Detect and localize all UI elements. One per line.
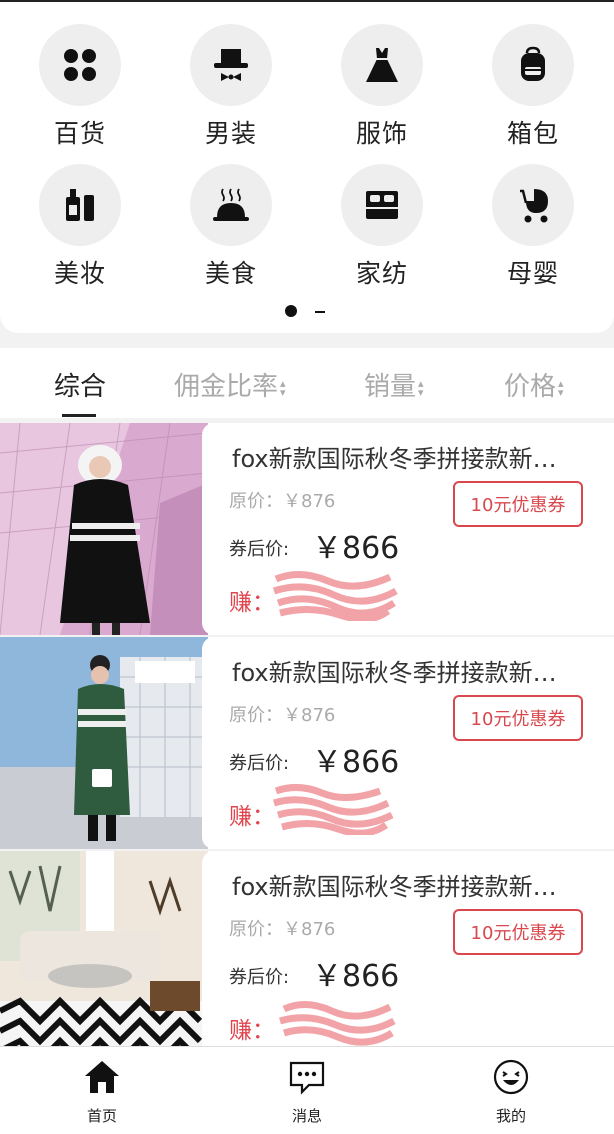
redacted-earnings [272, 784, 394, 835]
top-hat-bowtie-icon [190, 24, 272, 106]
original-price-label: 原价： [229, 705, 283, 726]
category-label: 箱包 [506, 119, 559, 148]
nav-label: 消息 [291, 1107, 322, 1125]
coupon-button[interactable]: 10元优惠券 [453, 481, 583, 527]
earn-label: 赚： [229, 804, 275, 830]
category-meishi[interactable]: 美食 [171, 164, 291, 290]
product-title[interactable]: fox新款国际秋冬季拼接款新… [232, 653, 592, 688]
food-cloche-icon [190, 164, 272, 246]
nav-messages[interactable]: 消息 [257, 1055, 357, 1126]
smiley-icon [461, 1055, 561, 1099]
sort-bar: 综合 佣金比率 ▴ ▾ 销量 ▴ ▾ 价格 ▴ ▾ [0, 348, 614, 418]
after-coupon-label: 券后价: [229, 539, 290, 560]
after-coupon-price: ￥866 [312, 745, 400, 780]
original-price: 原价：￥876 [229, 487, 335, 513]
original-price-value: ￥876 [283, 491, 336, 512]
backpack-icon [492, 24, 574, 106]
category-label: 母婴 [506, 259, 559, 288]
nav-label: 首页 [86, 1107, 117, 1125]
tab-label: 价格 [504, 372, 557, 402]
dress-icon [341, 24, 423, 106]
product-info: fox新款国际秋冬季拼接款新… 原价：￥876 10元优惠券 券后价: ￥866… [202, 637, 614, 849]
after-coupon-label: 券后价: [229, 753, 290, 774]
tab-label: 佣金比率 [174, 372, 279, 402]
nav-label: 我的 [495, 1107, 526, 1125]
after-coupon-price: ￥866 [312, 531, 400, 566]
category-label: 家纺 [355, 259, 408, 288]
product-image[interactable] [0, 851, 208, 1063]
bed-icon [341, 164, 423, 246]
bottom-nav: 首页 消息 我的 [0, 1046, 614, 1134]
category-panel: 百货 男装 服饰 箱包 美妆 美食 家纺 母婴 [0, 0, 614, 333]
category-label: 美妆 [53, 259, 106, 288]
tab-label: 销量 [364, 372, 417, 402]
redacted-earnings [279, 1001, 396, 1046]
original-price-label: 原价： [229, 919, 283, 940]
category-muying[interactable]: 母婴 [473, 164, 593, 290]
page-dot-inactive [315, 311, 325, 313]
coupon-button[interactable]: 10元优惠券 [453, 909, 583, 955]
product-item[interactable]: fox新款国际秋冬季拼接款新… 原价：￥876 10元优惠券 券后价: ￥866… [0, 637, 614, 849]
original-price-value: ￥876 [283, 705, 336, 726]
product-image[interactable] [0, 637, 208, 849]
tab-label: 综合 [54, 372, 107, 402]
sort-arrows-icon: ▴ ▾ [558, 376, 564, 399]
product-image[interactable] [0, 423, 208, 635]
active-tab-underline [62, 414, 96, 417]
four-dots-icon [39, 24, 121, 106]
category-label: 男装 [204, 119, 257, 148]
redacted-earnings [272, 571, 398, 621]
earn-label: 赚： [229, 1018, 275, 1044]
sort-arrows-icon: ▴ ▾ [418, 376, 424, 399]
message-icon [257, 1055, 357, 1099]
category-label: 百货 [53, 119, 106, 148]
nav-profile[interactable]: 我的 [461, 1055, 561, 1126]
product-title[interactable]: fox新款国际秋冬季拼接款新… [232, 439, 592, 474]
category-label: 美食 [204, 259, 257, 288]
category-fushi[interactable]: 服饰 [322, 24, 442, 150]
page-indicator [285, 304, 345, 318]
original-price: 原价：￥876 [229, 701, 335, 727]
cosmetics-bottle-icon [39, 164, 121, 246]
home-icon [52, 1055, 152, 1099]
tab-commission-rate[interactable]: 佣金比率 ▴ ▾ [174, 366, 286, 403]
tab-comprehensive[interactable]: 综合 [54, 366, 106, 403]
category-jiafang[interactable]: 家纺 [322, 164, 442, 290]
category-baihuo[interactable]: 百货 [20, 24, 140, 150]
category-meizhuang[interactable]: 美妆 [20, 164, 140, 290]
product-info: fox新款国际秋冬季拼接款新… 原价：￥876 10元优惠券 券后价: ￥866… [202, 851, 614, 1063]
product-item[interactable]: fox新款国际秋冬季拼接款新… 原价：￥876 10元优惠券 券后价: ￥866… [0, 851, 614, 1063]
baby-stroller-icon [492, 164, 574, 246]
product-item[interactable]: fox新款国际秋冬季拼接款新… 原价：￥876 10元优惠券 券后价: ￥866… [0, 423, 614, 635]
category-label: 服饰 [355, 119, 408, 148]
category-nanzhuang[interactable]: 男装 [171, 24, 291, 150]
original-price: 原价：￥876 [229, 915, 335, 941]
original-price-value: ￥876 [283, 919, 336, 940]
coupon-button[interactable]: 10元优惠券 [453, 695, 583, 741]
nav-home[interactable]: 首页 [52, 1055, 152, 1126]
after-coupon-label: 券后价: [229, 967, 290, 988]
earn-label: 赚： [229, 590, 275, 616]
after-coupon-price: ￥866 [312, 959, 400, 994]
sort-arrows-icon: ▴ ▾ [280, 376, 286, 399]
page-dot-active [285, 305, 297, 317]
tab-sales[interactable]: 销量 ▴ ▾ [364, 366, 424, 403]
product-info: fox新款国际秋冬季拼接款新… 原价：￥876 10元优惠券 券后价: ￥866… [202, 423, 614, 635]
original-price-label: 原价： [229, 491, 283, 512]
tab-price[interactable]: 价格 ▴ ▾ [504, 366, 564, 403]
category-xiangbao[interactable]: 箱包 [473, 24, 593, 150]
product-title[interactable]: fox新款国际秋冬季拼接款新… [232, 867, 592, 902]
